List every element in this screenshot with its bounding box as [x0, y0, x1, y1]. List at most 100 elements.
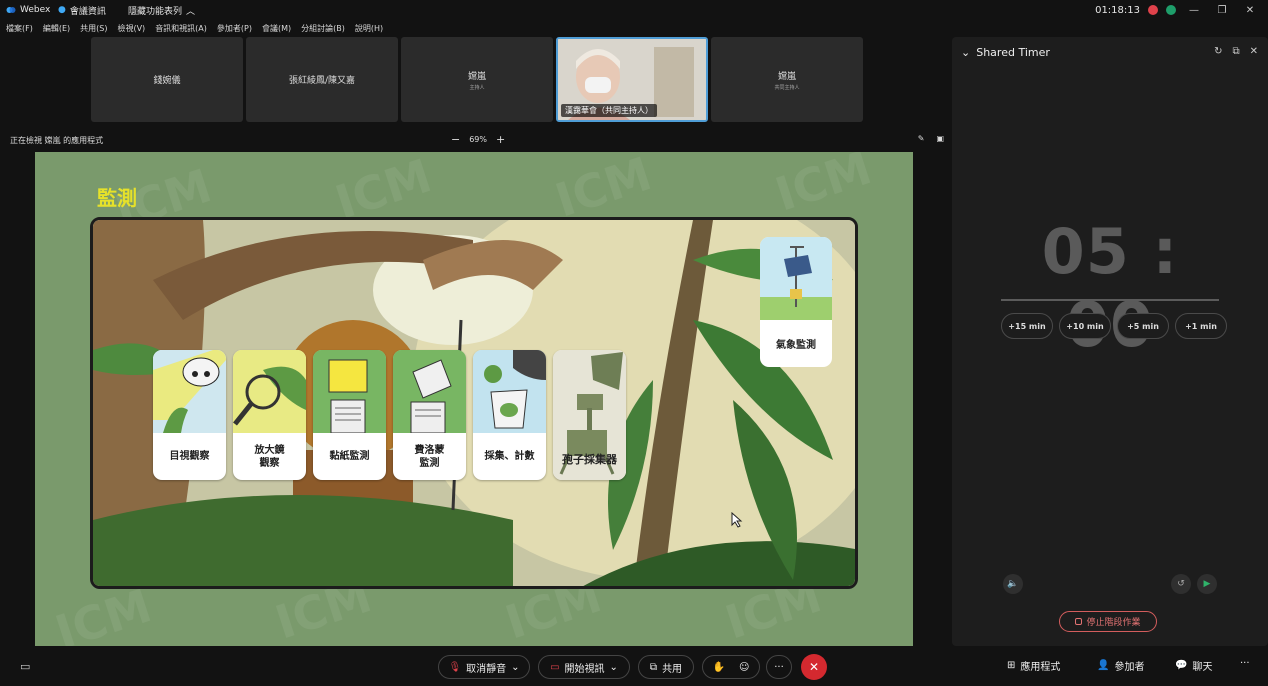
chevron-down-icon[interactable]: ⌄: [961, 46, 970, 59]
reset-icon[interactable]: ↺: [1171, 574, 1191, 594]
menu-help[interactable]: 說明(H): [355, 23, 383, 34]
person-icon: 👤: [1097, 660, 1110, 671]
card-label: 黏紙監測: [329, 451, 370, 462]
card-magnifier-observation[interactable]: 放大鏡 觀察: [233, 350, 306, 480]
card-sticky-trap[interactable]: 黏紙監測: [313, 350, 386, 480]
pheromone-trap-icon: [393, 350, 466, 434]
card-label: 採集、計數: [484, 451, 535, 462]
unmute-button[interactable]: 🎙 取消靜音 ⌄: [438, 655, 530, 679]
stop-session-button[interactable]: 停止階段作業: [1059, 611, 1157, 632]
menu-breakout[interactable]: 分組討論(B): [301, 23, 345, 34]
participant-tile[interactable]: 嫦嵐 共同主持人: [711, 37, 863, 122]
timer-progress-line: [1001, 299, 1219, 301]
video-off-icon: ▭: [550, 661, 560, 673]
monitoring-methods: 目視觀察 放大鏡 觀察 黏紙監測 費洛蒙 監測 採集、計數 孢子採集器: [153, 350, 626, 480]
menu-file[interactable]: 檔案(F): [6, 23, 33, 34]
stop-icon: [1075, 618, 1083, 625]
add-5-min-button[interactable]: +5 min: [1117, 313, 1169, 339]
app-name: Webex: [20, 5, 51, 15]
weather-station-icon: [760, 237, 832, 320]
annotate-icon[interactable]: ✎: [918, 134, 925, 143]
card-visual-observation[interactable]: 目視觀察: [153, 350, 226, 480]
minimize-icon[interactable]: —: [1184, 5, 1204, 16]
apps-button[interactable]: ⊞ 應用程式: [1007, 658, 1060, 673]
hide-menu-bar-button[interactable]: 隱藏功能表列 ︿: [128, 4, 195, 17]
share-icon: ⧉: [649, 661, 658, 673]
user-avatar[interactable]: [1166, 5, 1176, 15]
app-brand: Webex: [0, 5, 58, 15]
eye-observation-icon: [153, 350, 226, 433]
raise-hand-icon[interactable]: ✋: [713, 662, 725, 673]
menu-view[interactable]: 檢視(V): [117, 23, 145, 34]
zoom-in-button[interactable]: +: [496, 133, 505, 146]
chat-button[interactable]: 💬 聊天: [1175, 658, 1212, 673]
magnifier-icon: [233, 350, 306, 433]
webex-logo-icon: [6, 7, 16, 13]
zoom-level: 69%: [469, 135, 487, 144]
shared-timer-panel: ⌄ Shared Timer ↻ ⧉ ✕ 05 : 00 +15 min +10…: [952, 37, 1268, 646]
card-pheromone-trap[interactable]: 費洛蒙 監測: [393, 350, 466, 480]
start-video-button[interactable]: ▭ 開始視訊 ⌄: [538, 655, 630, 679]
pop-out-icon[interactable]: ⧉: [1232, 46, 1239, 57]
timer-display: 05 : 00: [1041, 215, 1179, 361]
menu-participants[interactable]: 參加者(P): [217, 23, 252, 34]
card-label: 氣象監測: [776, 340, 816, 351]
chevron-down-icon[interactable]: ⌄: [610, 662, 618, 673]
add-15-min-button[interactable]: +15 min: [1001, 313, 1053, 339]
menu-edit[interactable]: 編輯(E): [43, 23, 70, 34]
menu-meeting[interactable]: 會議(M): [262, 23, 291, 34]
apps-icon: ⊞: [1007, 660, 1016, 671]
reactions-group: ✋ ☺: [702, 655, 760, 679]
speaker-icon[interactable]: 🔈: [1003, 574, 1023, 594]
menu-audio-video[interactable]: 音訊和視訊(A): [155, 23, 207, 34]
add-1-min-button[interactable]: +1 min: [1175, 313, 1227, 339]
chat-icon: 💬: [1175, 660, 1188, 671]
participant-tile[interactable]: 嫦嵐 主持人: [401, 37, 553, 122]
participants-button[interactable]: 👤 參加者: [1097, 658, 1144, 673]
shield-icon: ●: [58, 5, 66, 15]
participant-tile[interactable]: 張紅綾鳳/陳又嘉: [246, 37, 398, 122]
slide-title: 監測: [97, 186, 137, 210]
card-collect-count[interactable]: 採集、計數: [473, 350, 546, 480]
refresh-icon[interactable]: ↻: [1214, 46, 1222, 57]
sticky-trap-icon: [313, 350, 386, 434]
chevron-up-icon: ︿: [186, 6, 196, 17]
card-label: 費洛蒙 監測: [414, 444, 445, 469]
card-label: 目視觀察: [169, 451, 210, 462]
menu-share[interactable]: 共用(S): [80, 23, 107, 34]
leave-meeting-button[interactable]: ✕: [801, 654, 827, 680]
zoom-control: − 69% +: [451, 133, 505, 146]
close-icon[interactable]: ✕: [1250, 46, 1258, 57]
more-options-button[interactable]: ···: [766, 655, 792, 679]
reaction-icon[interactable]: ☺: [739, 662, 749, 673]
share-button[interactable]: ⧉ 共用: [638, 655, 694, 679]
zoom-out-button[interactable]: −: [451, 133, 460, 146]
close-icon: ✕: [808, 660, 820, 674]
card-label: 孢子採集器: [562, 452, 617, 466]
title-bar: Webex ● 會議資訊 隱藏功能表列 ︿ 01:18:13 — ❐ ✕: [0, 0, 1268, 20]
participant-tile[interactable]: 錢婉儀: [91, 37, 243, 122]
watermark-text: ICM: [769, 152, 878, 222]
menu-bar: 檔案(F) 編輯(E) 共用(S) 檢視(V) 音訊和視訊(A) 參加者(P) …: [0, 20, 952, 36]
meeting-clock: 01:18:13: [1095, 4, 1140, 16]
participant-strip: 錢婉儀 張紅綾鳳/陳又嘉 嫦嵐 主持人 漢靄華會（共同主持人） 嫦嵐 共同主持人: [91, 37, 863, 122]
participant-tile-active-speaker[interactable]: 漢靄華會（共同主持人）: [556, 37, 708, 122]
close-icon[interactable]: ✕: [1240, 5, 1260, 16]
panel-title: Shared Timer: [976, 46, 1050, 59]
card-weather-monitoring[interactable]: 氣象監測: [760, 237, 832, 367]
card-label: 放大鏡 觀察: [254, 444, 285, 469]
recording-icon: [1148, 5, 1158, 15]
card-spore-sampler[interactable]: 孢子採集器: [553, 350, 626, 480]
meeting-info-button[interactable]: ● 會議資訊: [58, 4, 122, 17]
chevron-down-icon[interactable]: ⌄: [511, 662, 519, 673]
captions-icon[interactable]: ▭: [20, 660, 30, 673]
participant-name-tag: 漢靄華會（共同主持人）: [561, 104, 657, 117]
more-panels-button[interactable]: ···: [1240, 658, 1250, 669]
sharing-label: 正在檢視 嫦嵐 的應用程式: [10, 136, 104, 145]
play-icon[interactable]: ▶: [1197, 574, 1217, 594]
pop-out-icon[interactable]: ▣: [936, 134, 944, 143]
add-10-min-button[interactable]: +10 min: [1059, 313, 1111, 339]
restore-icon[interactable]: ❐: [1212, 5, 1232, 16]
meeting-controls: ▭ 🎙 取消靜音 ⌄ ▭ 開始視訊 ⌄ ⧉ 共用 ✋ ☺ ···: [0, 648, 1268, 686]
share-view-bar: 正在檢視 嫦嵐 的應用程式 − 69% + ✎ ▣: [0, 131, 952, 149]
